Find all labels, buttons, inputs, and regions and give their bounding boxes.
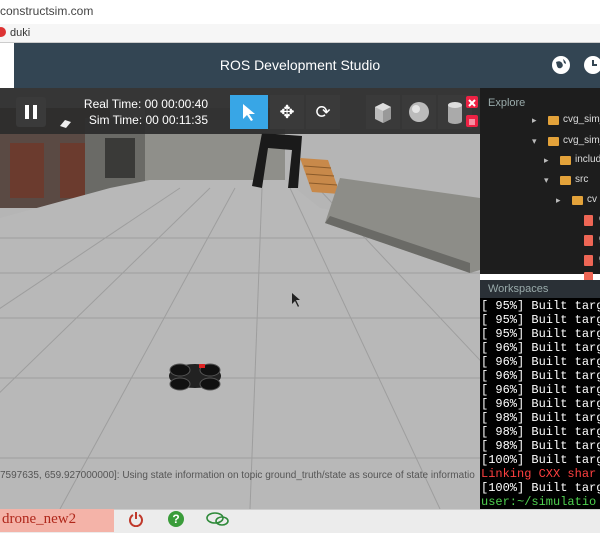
- terminal-line: [ 98%] Built targ: [481, 439, 600, 453]
- terminal-line: [100%] Built targ: [481, 453, 600, 467]
- workspaces-title: Workspaces: [488, 283, 549, 295]
- folder-icon: [560, 156, 571, 165]
- chat-icon[interactable]: [206, 511, 230, 527]
- cursor-arrow-icon: [243, 104, 255, 121]
- bookmark-item[interactable]: duki: [10, 27, 30, 39]
- tree-item-label[interactable]: src: [575, 174, 588, 185]
- terminal-line: [ 96%] Built targ: [481, 369, 600, 383]
- terminal-line: [ 95%] Built targ: [481, 299, 600, 313]
- tree-item-label[interactable]: includ: [575, 154, 600, 165]
- rotate-mode-button[interactable]: ⟳: [306, 95, 340, 129]
- move-arrows-icon: ✥: [279, 102, 295, 122]
- tree-item-label[interactable]: cvg_sim_: [563, 114, 600, 125]
- terminal-line: [ 98%] Built targ: [481, 425, 600, 439]
- terminal-line: [ 95%] Built targ: [481, 313, 600, 327]
- globe-icon[interactable]: [552, 56, 570, 74]
- folder-icon: [572, 196, 583, 205]
- gazebo-viewport[interactable]: [0, 88, 480, 509]
- terminal-line: user:~/simulatio: [481, 495, 597, 509]
- tree-expand-arrow-icon[interactable]: ▸: [532, 115, 537, 126]
- browser-url-text[interactable]: constructsim.com: [0, 4, 93, 18]
- pause-icon-bar: [33, 105, 37, 119]
- terminal-line: [ 96%] Built targ: [481, 383, 600, 397]
- terminal-line: [ 96%] Built targ: [481, 355, 600, 369]
- cube-icon: [375, 103, 391, 123]
- select-mode-button[interactable]: [230, 95, 268, 129]
- tree-item-label[interactable]: cv: [587, 194, 597, 205]
- tree-expand-arrow-icon[interactable]: ▾: [532, 136, 537, 147]
- file-icon: [584, 215, 593, 226]
- sim-time-label: Sim Time: 00 00:11:35: [88, 113, 208, 127]
- translate-mode-button[interactable]: ✥: [270, 95, 304, 129]
- folder-icon: [560, 176, 571, 185]
- terminal-line: [ 95%] Built targ: [481, 327, 600, 341]
- terminal-line: [ 96%] Built targ: [481, 341, 600, 355]
- insert-box-button[interactable]: [366, 95, 400, 129]
- pause-icon: [25, 105, 29, 119]
- app-title: ROS Development Studio: [219, 57, 381, 73]
- tree-expand-arrow-icon[interactable]: ▸: [544, 155, 549, 166]
- folder-icon: [548, 116, 559, 125]
- scene-render: [0, 88, 480, 509]
- file-icon: [584, 255, 593, 266]
- close-panel-icon[interactable]: [466, 96, 478, 108]
- insert-sphere-button[interactable]: [402, 95, 436, 129]
- explore-title: Explore: [488, 97, 526, 109]
- browser-bookmark-bar: [0, 24, 600, 43]
- help-icon[interactable]: ?: [168, 511, 184, 527]
- file-icon: [584, 235, 593, 246]
- sphere-icon: [409, 102, 429, 122]
- console-status-line: 7597635, 659.927000000]: Using state inf…: [0, 470, 475, 481]
- real-time-label: Real Time: 00 00:00:40: [83, 97, 208, 111]
- terminal-line: [ 98%] Built targ: [481, 411, 600, 425]
- folder-icon: [548, 137, 559, 146]
- tree-item-label[interactable]: cvg_sim_: [563, 135, 600, 146]
- clock-icon[interactable]: [584, 56, 600, 74]
- terminal-line: [100%] Built targ: [481, 481, 600, 495]
- project-name: drone_new2: [2, 511, 77, 527]
- power-icon[interactable]: [128, 511, 144, 528]
- tree-expand-arrow-icon[interactable]: ▸: [556, 195, 561, 206]
- terminal-line: [ 96%] Built targ: [481, 397, 600, 411]
- pause-button[interactable]: [16, 97, 46, 127]
- quadcopter-drone: [169, 363, 221, 391]
- tree-expand-arrow-icon[interactable]: ▾: [544, 175, 549, 186]
- rotate-icon: ⟳: [315, 102, 331, 122]
- list-panel-icon[interactable]: [466, 115, 478, 127]
- terminal-line: Linking CXX shar: [481, 467, 597, 481]
